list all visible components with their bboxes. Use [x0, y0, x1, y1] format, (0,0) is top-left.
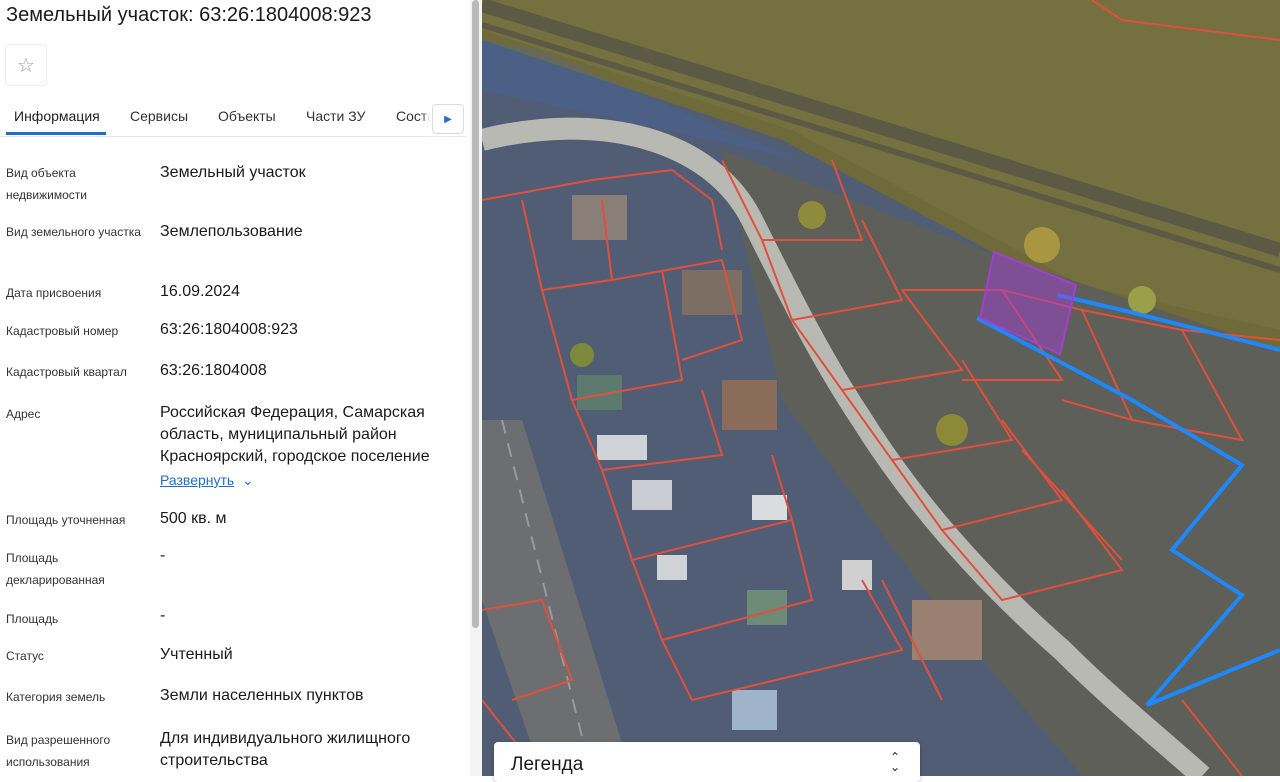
satellite-map[interactable] [482, 0, 1280, 776]
field-value: - [160, 607, 166, 624]
field-value: 16.09.2024 [160, 283, 241, 300]
field-label: Вид земельного участка [6, 225, 141, 239]
chevron-up-down-icon: ⌃ ⌄ [889, 750, 900, 774]
field-value: Земли населенных пунктов [160, 687, 364, 704]
field-label: Вид разрешенного использования [6, 733, 111, 769]
field-label: Адрес [6, 407, 41, 421]
expand-address-link[interactable]: Развернуть [160, 472, 234, 488]
field-label: Кадастровый номер [6, 324, 119, 338]
triangle-right-icon: ▶ [444, 113, 452, 125]
tab-bar: Информация Сервисы Объекты Части ЗУ Сост… [0, 96, 466, 137]
legend-label: Легенда [511, 754, 584, 775]
panel-scrollbar-thumb[interactable] [472, 0, 479, 628]
field-value: Земельный участок [160, 164, 306, 181]
field-label: Площадь [6, 612, 59, 626]
field-label: Кадастровый квартал [6, 365, 127, 379]
favorite-button[interactable]: ☆ [5, 44, 47, 86]
field-value: 63:26:1804008:923 [160, 321, 298, 338]
legend-dropdown[interactable]: Легенда ⌃ ⌄ [494, 742, 920, 782]
info-panel: Земельный участок: 63:26:1804008:923 ☆ И… [0, 0, 470, 776]
tab-composition[interactable]: Соста [396, 108, 435, 124]
field-label: Дата присвоения [6, 286, 102, 300]
field-value-address: Российская Федерация, Самарская область,… [160, 404, 430, 465]
field-label: Категория земель [6, 690, 106, 704]
field-label: Статус [6, 649, 44, 663]
page-title: Земельный участок: 63:26:1804008:923 [6, 4, 372, 26]
map-view[interactable] [482, 0, 1280, 776]
field-value: Учтенный [160, 646, 233, 663]
tab-parts[interactable]: Части ЗУ [306, 108, 365, 124]
tab-information[interactable]: Информация [14, 108, 100, 124]
tab-services[interactable]: Сервисы [130, 108, 188, 124]
field-label: Вид объекта недвижимости [6, 166, 87, 202]
chevron-down-icon[interactable]: ⌄ [242, 472, 254, 489]
field-value: 500 кв. м [160, 510, 227, 527]
active-tab-indicator [6, 132, 106, 135]
field-value: Для индивидуального жилищного строительс… [160, 730, 411, 769]
field-value: 63:26:1804008 [160, 362, 267, 379]
field-label: Площадь уточненная [6, 513, 126, 527]
field-value: - [160, 547, 166, 564]
tab-scroll-button[interactable]: ▶ [432, 104, 464, 134]
field-label: Площадь декларированная [6, 551, 105, 587]
field-value: Землепользование [160, 223, 303, 240]
star-outline-icon: ☆ [17, 54, 35, 77]
tab-objects[interactable]: Объекты [218, 108, 276, 124]
